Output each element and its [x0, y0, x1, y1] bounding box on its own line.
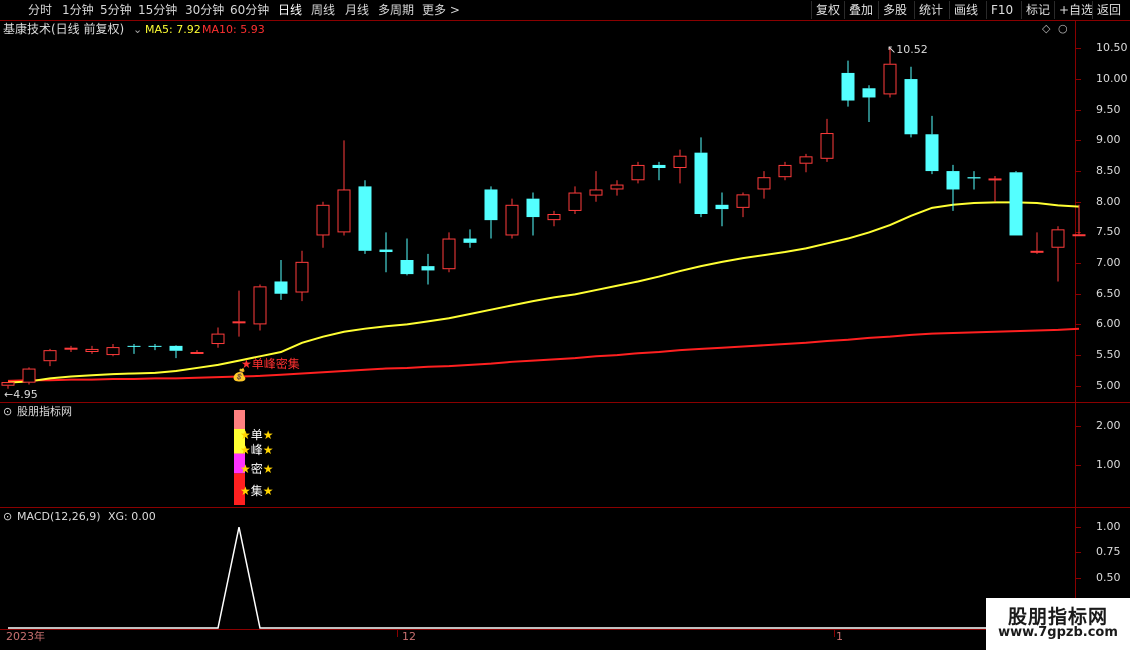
signal-char-text: 集 [250, 484, 263, 498]
candle-body [64, 347, 78, 350]
star-icon: ★ [262, 462, 274, 476]
star-icon: ★ [240, 428, 251, 442]
candle-body [421, 266, 435, 271]
candle-body [1, 382, 15, 386]
star-icon: ★ [240, 462, 251, 476]
signal-char-text: 单 [250, 428, 263, 442]
candle-body [862, 88, 876, 98]
signal-char-text: 密 [250, 462, 263, 476]
money-bag-icon: 💰 [232, 367, 247, 382]
signal-bar-segment [234, 410, 245, 429]
candle-body [757, 177, 771, 190]
candle-body [127, 345, 141, 347]
candle-body [505, 204, 519, 236]
candle-body [463, 238, 477, 243]
candle-body [631, 164, 645, 181]
candle-body [106, 347, 120, 356]
candle-body [904, 79, 918, 135]
star-icon: ★ [262, 428, 274, 442]
candle-body [1009, 172, 1023, 236]
signal-char-3: ★集★ [240, 484, 274, 498]
candle-body [1072, 234, 1086, 237]
candle-body [820, 133, 834, 159]
high-arrow-icon: ↖ [887, 43, 897, 57]
candle-body [190, 352, 204, 354]
candle-body [85, 348, 99, 352]
candle-body [148, 345, 162, 347]
candle-body [379, 249, 393, 253]
signal-char-text: 峰 [250, 443, 263, 457]
candle-body [43, 350, 57, 362]
candle-body [547, 214, 561, 221]
star-icon: ★ [240, 443, 251, 457]
candle-body [673, 155, 687, 169]
candle-body [526, 198, 540, 218]
watermark-url: www.7gpzb.com [998, 625, 1118, 640]
low-arrow-icon: ← [4, 387, 14, 401]
candle-body [799, 156, 813, 164]
star-icon: ★ [262, 484, 274, 498]
candle-body [778, 164, 792, 178]
candle-body [610, 184, 624, 190]
star-icon: ★ [240, 484, 251, 498]
watermark: 股朋指标网 www.7gpzb.com [986, 598, 1130, 650]
candle-body [358, 186, 372, 251]
candle-body [274, 281, 288, 294]
candle-body [946, 171, 960, 190]
low-price-label: ←4.95 [4, 387, 38, 401]
candle-body [568, 192, 582, 211]
candle-body [169, 345, 183, 351]
candle-body [442, 238, 456, 270]
candle-body [211, 333, 225, 345]
candle-body [253, 286, 267, 325]
high-price-label: ↖10.52 [887, 43, 928, 57]
ma5-line [7, 201, 1080, 384]
candle-body [1051, 229, 1065, 248]
signal-char-2: ★密★ [240, 462, 274, 476]
candle-body [715, 204, 729, 210]
ma10-line [7, 327, 1080, 382]
candle-body [841, 72, 855, 101]
candle-body [967, 177, 981, 179]
candle-body [22, 368, 36, 383]
candle-body [652, 164, 666, 168]
candle-body [316, 204, 330, 236]
candle-body [883, 63, 897, 95]
candle-body [400, 260, 414, 275]
signal-label: ★单峰密集 [241, 356, 300, 371]
kline-chart[interactable] [0, 0, 1130, 650]
signal-char-1: ★峰★ [240, 443, 274, 457]
candle-body [694, 152, 708, 214]
candle-body [925, 134, 939, 172]
candle-body [1030, 250, 1044, 253]
candle-body [232, 321, 246, 324]
star-icon: ★ [262, 443, 274, 457]
candle-body [484, 189, 498, 221]
macd-xg-line [8, 526, 1079, 629]
candle-body [337, 189, 351, 233]
candle-body [988, 178, 1002, 181]
candle-body [589, 189, 603, 196]
candle-body [295, 261, 309, 293]
signal-char-0: ★单★ [240, 428, 274, 442]
candle-body [736, 194, 750, 208]
